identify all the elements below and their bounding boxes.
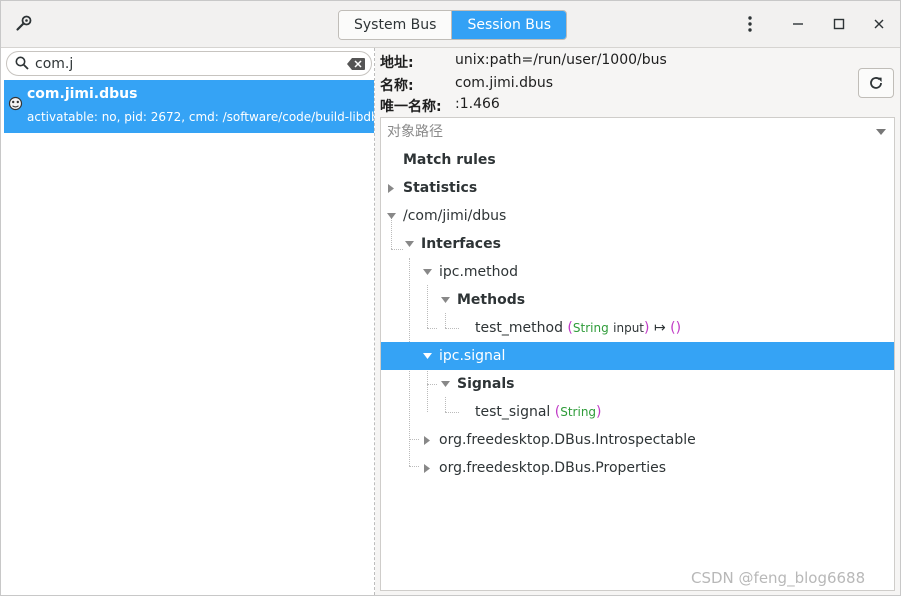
arg-type: String	[572, 321, 609, 335]
dbus-inspector-icon	[16, 15, 32, 31]
tree-row-signals[interactable]: Signals	[381, 370, 894, 398]
signal-name: test_signal	[475, 404, 551, 420]
expander-collapsed-icon[interactable]	[385, 174, 397, 202]
tree-row-match-rules[interactable]: Match rules	[381, 146, 894, 174]
watermark-text: CSDN @feng_blog6688	[691, 569, 866, 587]
name-label: 名称:	[380, 78, 414, 94]
tree-row-interface-selected[interactable]: ipc.signal	[381, 342, 894, 370]
arg-type: String	[560, 405, 597, 419]
service-details: activatable: no, pid: 2672, cmd: /softwa…	[27, 110, 374, 124]
expander-expanded-icon[interactable]	[403, 230, 415, 258]
search-entry[interactable]: com.j	[6, 51, 372, 76]
paren-close: )	[644, 320, 650, 336]
interface-label: org.freedesktop.DBus.Properties	[439, 460, 667, 476]
clear-search-icon[interactable]	[347, 58, 365, 70]
search-input[interactable]: com.j	[35, 56, 73, 72]
unique-name-label: 唯一名称:	[380, 99, 442, 115]
paren-close: )	[596, 404, 602, 420]
tree-row-signal[interactable]: test_signal (String)	[381, 398, 894, 426]
close-icon[interactable]	[868, 13, 890, 35]
address-value: unix:path=/run/user/1000/bus	[455, 52, 667, 68]
statistics-label: Statistics	[403, 180, 478, 196]
chevron-down-icon	[876, 129, 886, 135]
tree-row-interfaces[interactable]: Interfaces	[381, 230, 894, 258]
method-signature: test_method (String input) ↦ ()	[475, 314, 681, 342]
tree-row-object-path[interactable]: /com/jimi/dbus	[381, 202, 894, 230]
refresh-icon	[870, 77, 882, 89]
session-bus-button[interactable]: Session Bus	[452, 11, 567, 39]
bus-switcher: System Bus Session Bus	[338, 10, 568, 40]
minimize-icon[interactable]	[787, 13, 809, 35]
maps-to-arrow: ↦	[653, 320, 666, 336]
expander-collapsed-icon[interactable]	[421, 454, 433, 482]
object-tree: 对象路径 Match rules Statistics /com/jimi/db…	[380, 117, 895, 591]
header-bar: System Bus Session Bus	[1, 1, 900, 48]
refresh-button[interactable]	[858, 68, 894, 98]
expander-expanded-icon[interactable]	[421, 342, 433, 370]
return-type: ()	[670, 320, 682, 336]
app-window: System Bus Session Bus com.j com.jimi.db…	[0, 0, 901, 596]
interface-label: ipc.method	[439, 264, 518, 280]
name-value: com.jimi.dbus	[455, 75, 554, 91]
kebab-menu-icon[interactable]	[739, 13, 761, 35]
tree-column-header[interactable]: 对象路径	[381, 118, 894, 146]
arg-name: input	[613, 321, 645, 335]
tree-row-statistics[interactable]: Statistics	[381, 174, 894, 202]
signal-signature: test_signal (String)	[475, 398, 602, 426]
expander-collapsed-icon[interactable]	[421, 426, 433, 454]
tree-row-interface[interactable]: org.freedesktop.DBus.Introspectable	[381, 426, 894, 454]
expander-expanded-icon[interactable]	[439, 286, 451, 314]
service-list-pane: com.j com.jimi.dbus activatable: no, pid…	[1, 48, 375, 595]
unique-name-value: :1.466	[455, 96, 500, 112]
service-name: com.jimi.dbus	[27, 86, 138, 102]
interface-label: ipc.signal	[439, 348, 506, 364]
service-list-item[interactable]: com.jimi.dbus activatable: no, pid: 2672…	[4, 80, 374, 133]
expander-expanded-icon[interactable]	[385, 202, 397, 230]
match-rules-label: Match rules	[403, 152, 496, 168]
tree-row-interface[interactable]: org.freedesktop.DBus.Properties	[381, 454, 894, 482]
address-label: 地址:	[380, 55, 414, 71]
interface-label: org.freedesktop.DBus.Introspectable	[439, 432, 696, 448]
tree-row-method[interactable]: test_method (String input) ↦ ()	[381, 314, 894, 342]
expander-expanded-icon[interactable]	[421, 258, 433, 286]
system-bus-button[interactable]: System Bus	[339, 11, 453, 39]
tree-row-interface[interactable]: ipc.method	[381, 258, 894, 286]
expander-expanded-icon[interactable]	[439, 370, 451, 398]
maximize-icon[interactable]	[828, 13, 850, 35]
service-process-icon	[8, 96, 23, 111]
search-icon	[15, 56, 29, 70]
tree-row-methods[interactable]: Methods	[381, 286, 894, 314]
object-path-label: /com/jimi/dbus	[403, 208, 507, 224]
signals-label: Signals	[457, 376, 515, 392]
interfaces-label: Interfaces	[421, 236, 501, 252]
methods-label: Methods	[457, 292, 526, 308]
tree-header-label: 对象路径	[387, 124, 443, 140]
method-name: test_method	[475, 320, 563, 336]
